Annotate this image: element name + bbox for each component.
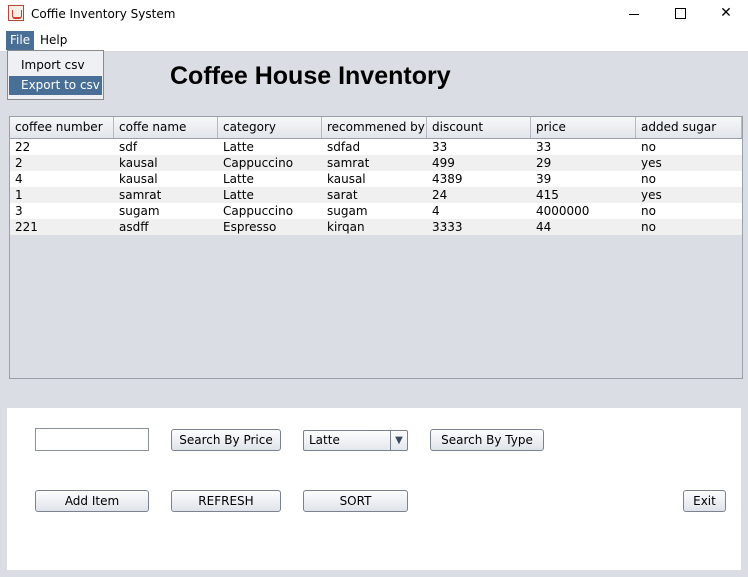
table-cell[interactable]: 33 [427,139,531,155]
minimize-button[interactable] [611,0,657,30]
table-cell[interactable]: kausal [114,171,218,187]
menu-file[interactable]: File [6,31,35,50]
table-cell[interactable]: kausal [322,171,427,187]
table-cell[interactable]: no [636,219,742,235]
table-cell[interactable]: 1 [10,187,114,203]
table-cell[interactable]: sugam [114,203,218,219]
maximize-icon [675,8,686,19]
table-cell[interactable]: 29 [531,155,636,171]
minimize-icon [629,14,639,15]
file-dropdown-menu: Import csv Export to csv [7,50,104,100]
table-cell[interactable]: Cappuccino [218,203,322,219]
table-cell[interactable]: 39 [531,171,636,187]
page-title: Coffee House Inventory [170,62,451,90]
table-cell[interactable]: samrat [322,155,427,171]
column-header[interactable]: coffee number [10,117,114,138]
table-cell[interactable]: 2 [10,155,114,171]
menu-item-import-csv[interactable]: Import csv [9,56,102,75]
table-cell[interactable]: 4389 [427,171,531,187]
table-cell[interactable]: 3 [10,203,114,219]
close-icon: ✕ [720,5,732,21]
table-row[interactable]: 4 kausal Latte kausal 4389 39 no [10,171,742,187]
search-by-price-button[interactable]: Search By Price [171,429,281,451]
column-header[interactable]: coffe name [114,117,218,138]
table-cell[interactable]: 499 [427,155,531,171]
table-cell[interactable]: kirqan [322,219,427,235]
category-select[interactable]: Latte ▼ [303,430,408,451]
column-header[interactable]: category [218,117,322,138]
chevron-down-icon[interactable]: ▼ [390,431,407,450]
table-cell[interactable]: asdff [114,219,218,235]
table-row[interactable]: 2 kausal Cappuccino samrat 499 29 yes [10,155,742,171]
table-cell[interactable]: 4000000 [531,203,636,219]
maximize-button[interactable] [657,0,703,30]
title-bar: Coffie Inventory System ✕ [0,0,748,30]
table-cell[interactable]: 4 [10,171,114,187]
window-title: Coffie Inventory System [31,7,176,21]
table-cell[interactable]: 24 [427,187,531,203]
table-cell[interactable]: Espresso [218,219,322,235]
panel-border-bottom [0,570,748,577]
table-cell[interactable]: kausal [114,155,218,171]
close-button[interactable]: ✕ [703,0,748,30]
column-header[interactable]: price [531,117,636,138]
table-cell[interactable]: sugam [322,203,427,219]
exit-button[interactable]: Exit [683,490,726,512]
menu-item-export-csv[interactable]: Export to csv [9,76,102,95]
table-cell[interactable]: 4 [427,203,531,219]
table-cell[interactable]: 22 [10,139,114,155]
table-header: coffee number coffe name category recomm… [10,117,742,139]
column-header[interactable]: recommened by [322,117,427,138]
table-cell[interactable]: Latte [218,139,322,155]
table-cell[interactable]: 3333 [427,219,531,235]
table-cell[interactable]: no [636,171,742,187]
table-cell[interactable]: no [636,139,742,155]
table-cell[interactable]: 44 [531,219,636,235]
table-cell[interactable]: Latte [218,171,322,187]
table-cell[interactable]: Cappuccino [218,155,322,171]
table-cell[interactable]: 33 [531,139,636,155]
table-cell[interactable]: sdfad [322,139,427,155]
table-cell[interactable]: yes [636,187,742,203]
table-cell[interactable]: yes [636,155,742,171]
table-row[interactable]: 221 asdff Espresso kirqan 3333 44 no [10,219,742,235]
table-cell[interactable]: no [636,203,742,219]
table-cell[interactable]: sdf [114,139,218,155]
table-cell[interactable]: sarat [322,187,427,203]
column-header[interactable]: discount [427,117,531,138]
sort-button[interactable]: SORT [303,490,408,512]
price-search-input[interactable] [35,428,149,451]
inventory-table[interactable]: coffee number coffe name category recomm… [9,116,743,379]
table-row[interactable]: 1 samrat Latte sarat 24 415 yes [10,187,742,203]
category-select-value: Latte [309,433,340,447]
table-cell[interactable]: Latte [218,187,322,203]
panel-border-right [741,408,748,577]
refresh-button[interactable]: REFRESH [171,490,281,512]
java-app-icon [8,5,24,21]
menu-bar: File Help [0,30,748,52]
search-by-type-button[interactable]: Search By Type [430,429,544,451]
menu-help[interactable]: Help [36,31,71,50]
table-cell[interactable]: 221 [10,219,114,235]
column-header[interactable]: added sugar [636,117,742,138]
add-item-button[interactable]: Add Item [35,490,149,512]
panel-border-left [0,408,7,577]
table-cell[interactable]: samrat [114,187,218,203]
table-row[interactable]: 22 sdf Latte sdfad 33 33 no [10,139,742,155]
table-cell[interactable]: 415 [531,187,636,203]
table-row[interactable]: 3 sugam Cappuccino sugam 4 4000000 no [10,203,742,219]
